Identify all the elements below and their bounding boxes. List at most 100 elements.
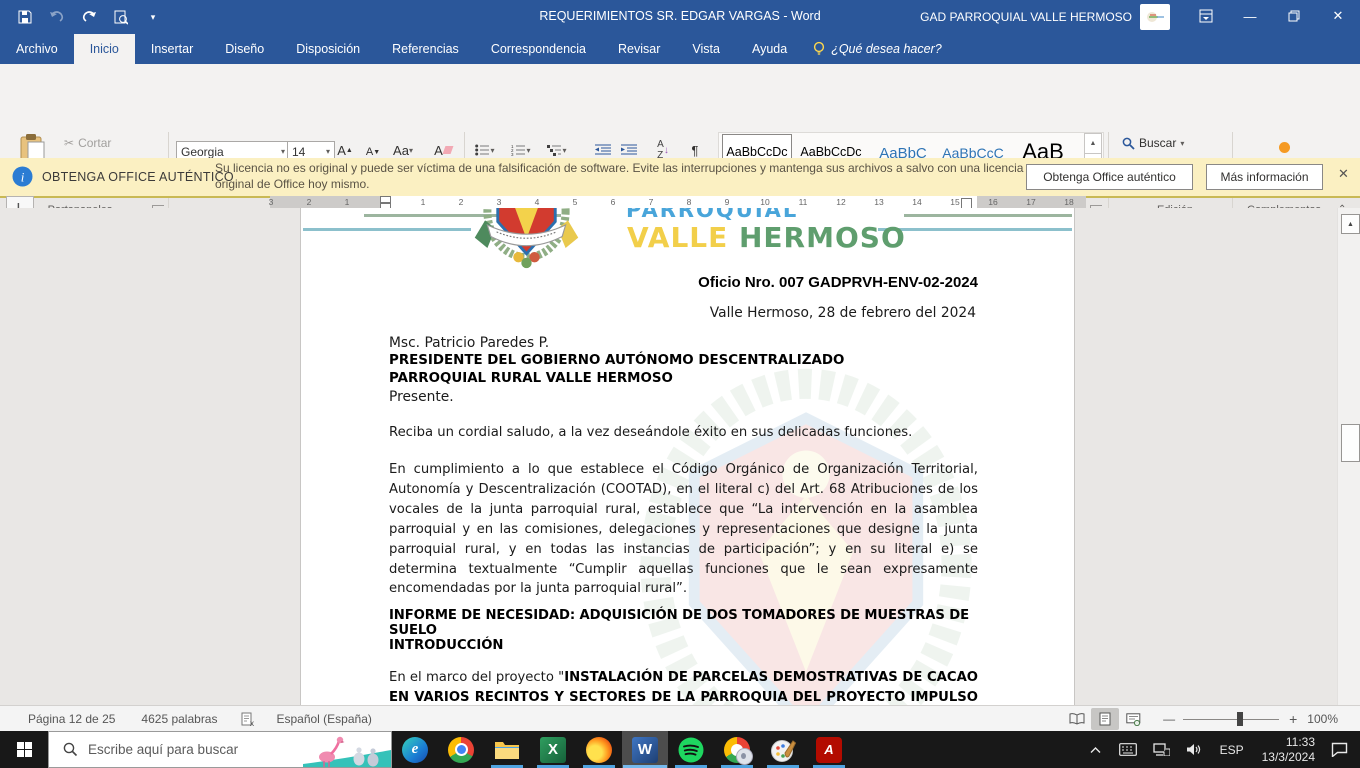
taskbar-firefox[interactable] (576, 731, 622, 768)
account-name[interactable]: GAD PARROQUIAL VALLE HERMOSO (920, 10, 1132, 24)
change-case-button[interactable]: Aa▾ (392, 140, 414, 160)
language-indicator[interactable]: Español (España) (276, 712, 371, 726)
tab-correspondencia[interactable]: Correspondencia (475, 34, 602, 64)
tab-diseno[interactable]: Diseño (209, 34, 280, 64)
save-icon[interactable] (14, 7, 36, 27)
avatar[interactable] (1140, 4, 1170, 30)
tab-referencias[interactable]: Referencias (376, 34, 475, 64)
close-button[interactable]: ✕ (1316, 0, 1360, 32)
search-icon (63, 742, 78, 757)
get-genuine-office-button[interactable]: Obtenga Office auténtico (1026, 164, 1193, 190)
clock[interactable]: 11:33 13/3/2024 (1262, 735, 1315, 765)
addressee-title-1: PRESIDENTE DEL GOBIERNO AUTÓNOMO DESCENT… (389, 353, 844, 368)
logo-valle: VALLE (627, 221, 728, 254)
sort-button[interactable]: AZ↓ (652, 140, 674, 160)
header-line-teal-left (303, 228, 471, 231)
decrease-indent-button[interactable] (592, 140, 614, 160)
zoom-out-icon[interactable]: — (1163, 712, 1175, 726)
tab-insertar[interactable]: Insertar (135, 34, 209, 64)
web-layout-icon[interactable] (1119, 708, 1147, 730)
para2-prefix: En el marco del proyecto " (389, 670, 564, 685)
tab-vista[interactable]: Vista (676, 34, 736, 64)
customize-qat-icon[interactable]: ▾ (142, 7, 164, 27)
horizontal-ruler: 3 2 1 1 2 3 4 5 6 7 8 9 10 11 12 13 14 1… (270, 196, 1086, 208)
clock-time: 11:33 (1286, 735, 1315, 749)
title-bar: ▾ REQUERIMIENTOS SR. EDGAR VARGAS - Word… (0, 0, 1360, 34)
tab-inicio[interactable]: Inicio (74, 34, 135, 64)
taskbar-word-active[interactable]: W (622, 731, 668, 768)
start-button[interactable] (0, 731, 48, 768)
taskbar-excel[interactable]: X (530, 731, 576, 768)
taskbar-acrobat[interactable]: A (806, 731, 852, 768)
zoom-slider-thumb[interactable] (1237, 712, 1243, 726)
redo-icon[interactable] (78, 7, 100, 27)
bullets-button[interactable]: ▾ (474, 140, 496, 160)
ribbon-display-options-icon[interactable] (1184, 0, 1228, 32)
taskbar: Escribe aquí para buscar e X W A ESP 11 (0, 731, 1360, 768)
vertical-scrollbar[interactable]: ▲ (1337, 208, 1360, 705)
search-placeholder: Escribe aquí para buscar (88, 742, 238, 757)
oficio-number: Oficio Nro. 007 GADPRVH-ENV-02-2024 (389, 274, 978, 291)
increase-indent-button[interactable] (618, 140, 640, 160)
tell-me-box[interactable]: ¿Qué desea hacer? (825, 34, 942, 64)
tab-archivo[interactable]: Archivo (0, 34, 74, 64)
scissors-icon: ✂ (64, 136, 74, 150)
warning-message-line1: Su licencia no es original y puede ser v… (215, 161, 1023, 175)
info-icon: i (12, 166, 33, 187)
tab-ayuda[interactable]: Ayuda (736, 34, 803, 64)
taskbar-file-explorer[interactable] (484, 731, 530, 768)
zoom-slider[interactable] (1183, 708, 1279, 730)
print-layout-icon[interactable] (1091, 708, 1119, 730)
minimize-button[interactable]: — (1228, 0, 1272, 32)
scrollbar-thumb[interactable] (1341, 424, 1360, 462)
svg-text:3: 3 (511, 152, 514, 156)
greeting-paragraph: Reciba un cordial saludo, a la vez deseá… (389, 425, 978, 440)
find-button[interactable]: Buscar▾ (1122, 136, 1184, 150)
restore-button[interactable] (1272, 0, 1316, 32)
action-center-icon[interactable] (1331, 742, 1348, 757)
heading-informe: INFORME DE NECESIDAD: ADQUISICIÓN DE DOS… (389, 608, 978, 638)
tab-disposicion[interactable]: Disposición (280, 34, 376, 64)
taskbar-search[interactable]: Escribe aquí para buscar (48, 731, 392, 768)
grow-font-button[interactable]: A▲ (334, 140, 356, 160)
heading-introduccion: INTRODUCCIÓN (389, 638, 503, 653)
numbering-button[interactable]: 123▾ (510, 140, 532, 160)
print-preview-icon[interactable] (110, 7, 132, 27)
cut-button[interactable]: ✂Cortar (64, 136, 111, 150)
read-mode-icon[interactable] (1063, 708, 1091, 730)
svg-text:x: x (250, 719, 254, 727)
more-info-button[interactable]: Más información (1206, 164, 1323, 190)
taskbar-paint[interactable] (760, 731, 806, 768)
clock-date: 13/3/2024 (1262, 750, 1315, 764)
touch-keyboard-icon[interactable] (1119, 743, 1137, 756)
network-icon[interactable] (1153, 743, 1170, 756)
language-esp[interactable]: ESP (1220, 743, 1244, 757)
zoom-in-icon[interactable]: + (1289, 711, 1297, 727)
warning-close-icon[interactable]: ✕ (1338, 166, 1349, 182)
tab-revisar[interactable]: Revisar (602, 34, 676, 64)
volume-icon[interactable] (1186, 743, 1202, 756)
logo-hermoso: HERMOSO (739, 221, 906, 254)
styles-scroll-up[interactable]: ▲ (1084, 133, 1102, 154)
taskbar-chrome-profile[interactable] (714, 731, 760, 768)
addressee-name: Msc. Patricio Paredes P. (389, 335, 549, 351)
undo-icon[interactable] (46, 7, 68, 27)
taskbar-chrome[interactable] (438, 731, 484, 768)
show-paragraph-marks-button[interactable]: ¶ (684, 140, 706, 160)
zoom-level[interactable]: 100% (1307, 712, 1338, 726)
scroll-up-arrow[interactable]: ▲ (1341, 214, 1360, 234)
body-paragraph-2: En el marco del proyecto "INSTALACIÓN DE… (389, 668, 978, 705)
first-line-indent-marker[interactable] (380, 196, 391, 203)
proofing-icon[interactable]: x (241, 712, 256, 727)
addressee-present: Presente. (389, 389, 454, 405)
document-page[interactable]: PARROQUIAL VALLE HERMOSO Oficio Nro. 007… (300, 208, 1075, 705)
tray-chevron-icon[interactable] (1090, 746, 1101, 754)
clear-formatting-button[interactable]: A (432, 140, 454, 160)
word-window: ▾ REQUERIMIENTOS SR. EDGAR VARGAS - Word… (0, 0, 1360, 768)
taskbar-spotify[interactable] (668, 731, 714, 768)
taskbar-edge[interactable]: e (392, 731, 438, 768)
multilevel-list-button[interactable]: ▾ (546, 140, 568, 160)
word-count[interactable]: 4625 palabras (141, 712, 217, 726)
logo-parroquial: PARROQUIAL (626, 208, 798, 222)
page-indicator[interactable]: Página 12 de 25 (28, 712, 115, 726)
